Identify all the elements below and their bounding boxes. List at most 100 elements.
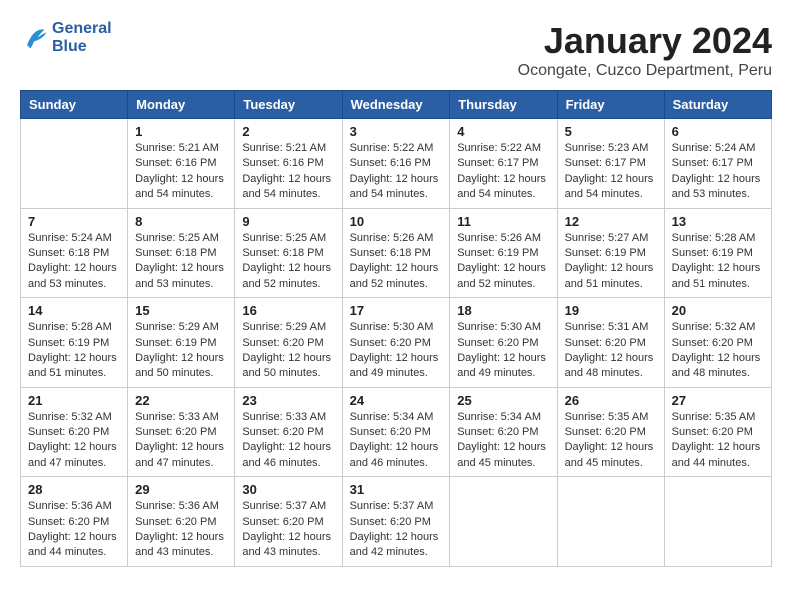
day-number: 27 xyxy=(672,393,764,408)
calendar-cell: 31Sunrise: 5:37 AMSunset: 6:20 PMDayligh… xyxy=(342,477,450,567)
day-info: Sunrise: 5:37 AMSunset: 6:20 PMDaylight:… xyxy=(350,499,443,561)
day-number: 7 xyxy=(28,214,120,229)
day-number: 28 xyxy=(28,482,120,497)
day-info: Sunrise: 5:21 AMSunset: 6:16 PMDaylight:… xyxy=(135,141,227,203)
calendar-cell: 20Sunrise: 5:32 AMSunset: 6:20 PMDayligh… xyxy=(664,298,771,388)
calendar-cell: 28Sunrise: 5:36 AMSunset: 6:20 PMDayligh… xyxy=(21,477,128,567)
day-info: Sunrise: 5:34 AMSunset: 6:20 PMDaylight:… xyxy=(457,410,549,472)
day-info: Sunrise: 5:31 AMSunset: 6:20 PMDaylight:… xyxy=(565,320,657,382)
day-number: 22 xyxy=(135,393,227,408)
calendar-cell: 7 Sunrise: 5:24 AMSunset: 6:18 PMDaylight… xyxy=(21,208,128,298)
calendar-cell: 18 Sunrise: 5:30 AMSunset: 6:20 PMDayligh… xyxy=(450,298,557,388)
day-info: Sunrise: 5:33 AMSunset: 6:20 PMDaylight:… xyxy=(135,410,227,472)
day-number: 6 xyxy=(672,124,764,139)
header-day-wednesday: Wednesday xyxy=(342,91,450,119)
day-number: 14 xyxy=(28,303,120,318)
day-number: 10 xyxy=(350,214,443,229)
header-day-monday: Monday xyxy=(128,91,235,119)
header-day-thursday: Thursday xyxy=(450,91,557,119)
day-number: 18 xyxy=(457,303,549,318)
logo: General Blue xyxy=(20,20,112,55)
calendar-cell: 17 Sunrise: 5:30 AMSunset: 6:20 PMDayligh… xyxy=(342,298,450,388)
day-info: Sunrise: 5:23 AMSunset: 6:17 PMDaylight:… xyxy=(565,141,657,203)
day-number: 4 xyxy=(457,124,549,139)
calendar-cell: 26 Sunrise: 5:35 AMSunset: 6:20 PMDayligh… xyxy=(557,387,664,477)
day-info: Sunrise: 5:25 AMSunset: 6:18 PMDaylight:… xyxy=(242,231,334,293)
calendar-cell: 6 Sunrise: 5:24 AMSunset: 6:17 PMDaylight… xyxy=(664,119,771,209)
day-number: 29 xyxy=(135,482,227,497)
calendar-cell: 11 Sunrise: 5:26 AMSunset: 6:19 PMDayligh… xyxy=(450,208,557,298)
week-row-1: 1Sunrise: 5:21 AMSunset: 6:16 PMDaylight… xyxy=(21,119,772,209)
day-number: 2 xyxy=(242,124,334,139)
day-info: Sunrise: 5:30 AMSunset: 6:20 PMDaylight:… xyxy=(350,320,443,382)
day-number: 11 xyxy=(457,214,549,229)
day-info: Sunrise: 5:26 AMSunset: 6:19 PMDaylight:… xyxy=(457,231,549,293)
day-info: Sunrise: 5:24 AMSunset: 6:18 PMDaylight:… xyxy=(28,231,120,293)
title-block: January 2024 Ocongate, Cuzco Department,… xyxy=(518,20,772,80)
day-number: 5 xyxy=(565,124,657,139)
calendar-cell: 15 Sunrise: 5:29 AMSunset: 6:19 PMDayligh… xyxy=(128,298,235,388)
calendar-cell: 22 Sunrise: 5:33 AMSunset: 6:20 PMDayligh… xyxy=(128,387,235,477)
day-info: Sunrise: 5:21 AMSunset: 6:16 PMDaylight:… xyxy=(242,141,334,203)
calendar-cell: 19Sunrise: 5:31 AMSunset: 6:20 PMDayligh… xyxy=(557,298,664,388)
day-number: 25 xyxy=(457,393,549,408)
day-info: Sunrise: 5:28 AMSunset: 6:19 PMDaylight:… xyxy=(672,231,764,293)
day-info: Sunrise: 5:29 AMSunset: 6:19 PMDaylight:… xyxy=(135,320,227,382)
day-info: Sunrise: 5:25 AMSunset: 6:18 PMDaylight:… xyxy=(135,231,227,293)
page-header: General Blue January 2024 Ocongate, Cuzc… xyxy=(20,20,772,80)
day-number: 26 xyxy=(565,393,657,408)
day-number: 16 xyxy=(242,303,334,318)
week-row-4: 21Sunrise: 5:32 AMSunset: 6:20 PMDayligh… xyxy=(21,387,772,477)
calendar-cell: 30Sunrise: 5:37 AMSunset: 6:20 PMDayligh… xyxy=(235,477,342,567)
day-info: Sunrise: 5:24 AMSunset: 6:17 PMDaylight:… xyxy=(672,141,764,203)
calendar-cell: 5 Sunrise: 5:23 AMSunset: 6:17 PMDaylight… xyxy=(557,119,664,209)
calendar-title: January 2024 xyxy=(518,20,772,62)
day-number: 9 xyxy=(242,214,334,229)
header-day-tuesday: Tuesday xyxy=(235,91,342,119)
week-row-2: 7 Sunrise: 5:24 AMSunset: 6:18 PMDaylight… xyxy=(21,208,772,298)
calendar-cell: 13 Sunrise: 5:28 AMSunset: 6:19 PMDayligh… xyxy=(664,208,771,298)
day-number: 23 xyxy=(242,393,334,408)
calendar-cell: 8 Sunrise: 5:25 AMSunset: 6:18 PMDaylight… xyxy=(128,208,235,298)
day-number: 17 xyxy=(350,303,443,318)
calendar-cell: 4 Sunrise: 5:22 AMSunset: 6:17 PMDaylight… xyxy=(450,119,557,209)
calendar-cell: 2 Sunrise: 5:21 AMSunset: 6:16 PMDaylight… xyxy=(235,119,342,209)
calendar-cell: 12 Sunrise: 5:27 AMSunset: 6:19 PMDayligh… xyxy=(557,208,664,298)
day-info: Sunrise: 5:28 AMSunset: 6:19 PMDaylight:… xyxy=(28,320,120,382)
day-info: Sunrise: 5:29 AMSunset: 6:20 PMDaylight:… xyxy=(242,320,334,382)
header-day-sunday: Sunday xyxy=(21,91,128,119)
calendar-cell: 24 Sunrise: 5:34 AMSunset: 6:20 PMDayligh… xyxy=(342,387,450,477)
day-number: 12 xyxy=(565,214,657,229)
header-day-friday: Friday xyxy=(557,91,664,119)
calendar-cell xyxy=(557,477,664,567)
calendar-cell: 1Sunrise: 5:21 AMSunset: 6:16 PMDaylight… xyxy=(128,119,235,209)
calendar-cell xyxy=(21,119,128,209)
day-info: Sunrise: 5:22 AMSunset: 6:17 PMDaylight:… xyxy=(457,141,549,203)
calendar-cell: 10Sunrise: 5:26 AMSunset: 6:18 PMDayligh… xyxy=(342,208,450,298)
calendar-cell xyxy=(450,477,557,567)
calendar-cell: 14 Sunrise: 5:28 AMSunset: 6:19 PMDayligh… xyxy=(21,298,128,388)
calendar-cell: 23 Sunrise: 5:33 AMSunset: 6:20 PMDayligh… xyxy=(235,387,342,477)
day-info: Sunrise: 5:30 AMSunset: 6:20 PMDaylight:… xyxy=(457,320,549,382)
day-info: Sunrise: 5:32 AMSunset: 6:20 PMDaylight:… xyxy=(672,320,764,382)
day-number: 8 xyxy=(135,214,227,229)
day-info: Sunrise: 5:32 AMSunset: 6:20 PMDaylight:… xyxy=(28,410,120,472)
header-day-saturday: Saturday xyxy=(664,91,771,119)
day-number: 24 xyxy=(350,393,443,408)
calendar-cell: 9 Sunrise: 5:25 AMSunset: 6:18 PMDaylight… xyxy=(235,208,342,298)
logo-icon xyxy=(20,24,48,52)
day-info: Sunrise: 5:34 AMSunset: 6:20 PMDaylight:… xyxy=(350,410,443,472)
calendar-header-row: SundayMondayTuesdayWednesdayThursdayFrid… xyxy=(21,91,772,119)
day-number: 15 xyxy=(135,303,227,318)
logo-text: General Blue xyxy=(52,20,112,55)
calendar-cell: 21Sunrise: 5:32 AMSunset: 6:20 PMDayligh… xyxy=(21,387,128,477)
day-info: Sunrise: 5:35 AMSunset: 6:20 PMDaylight:… xyxy=(565,410,657,472)
week-row-5: 28 Sunrise: 5:36 AMSunset: 6:20 PMDayligh… xyxy=(21,477,772,567)
calendar-cell: 16 Sunrise: 5:29 AMSunset: 6:20 PMDayligh… xyxy=(235,298,342,388)
day-info: Sunrise: 5:36 AMSunset: 6:20 PMDaylight:… xyxy=(135,499,227,561)
day-number: 13 xyxy=(672,214,764,229)
day-info: Sunrise: 5:33 AMSunset: 6:20 PMDaylight:… xyxy=(242,410,334,472)
calendar-cell: 29 Sunrise: 5:36 AMSunset: 6:20 PMDayligh… xyxy=(128,477,235,567)
calendar-cell: 27Sunrise: 5:35 AMSunset: 6:20 PMDayligh… xyxy=(664,387,771,477)
day-info: Sunrise: 5:27 AMSunset: 6:19 PMDaylight:… xyxy=(565,231,657,293)
